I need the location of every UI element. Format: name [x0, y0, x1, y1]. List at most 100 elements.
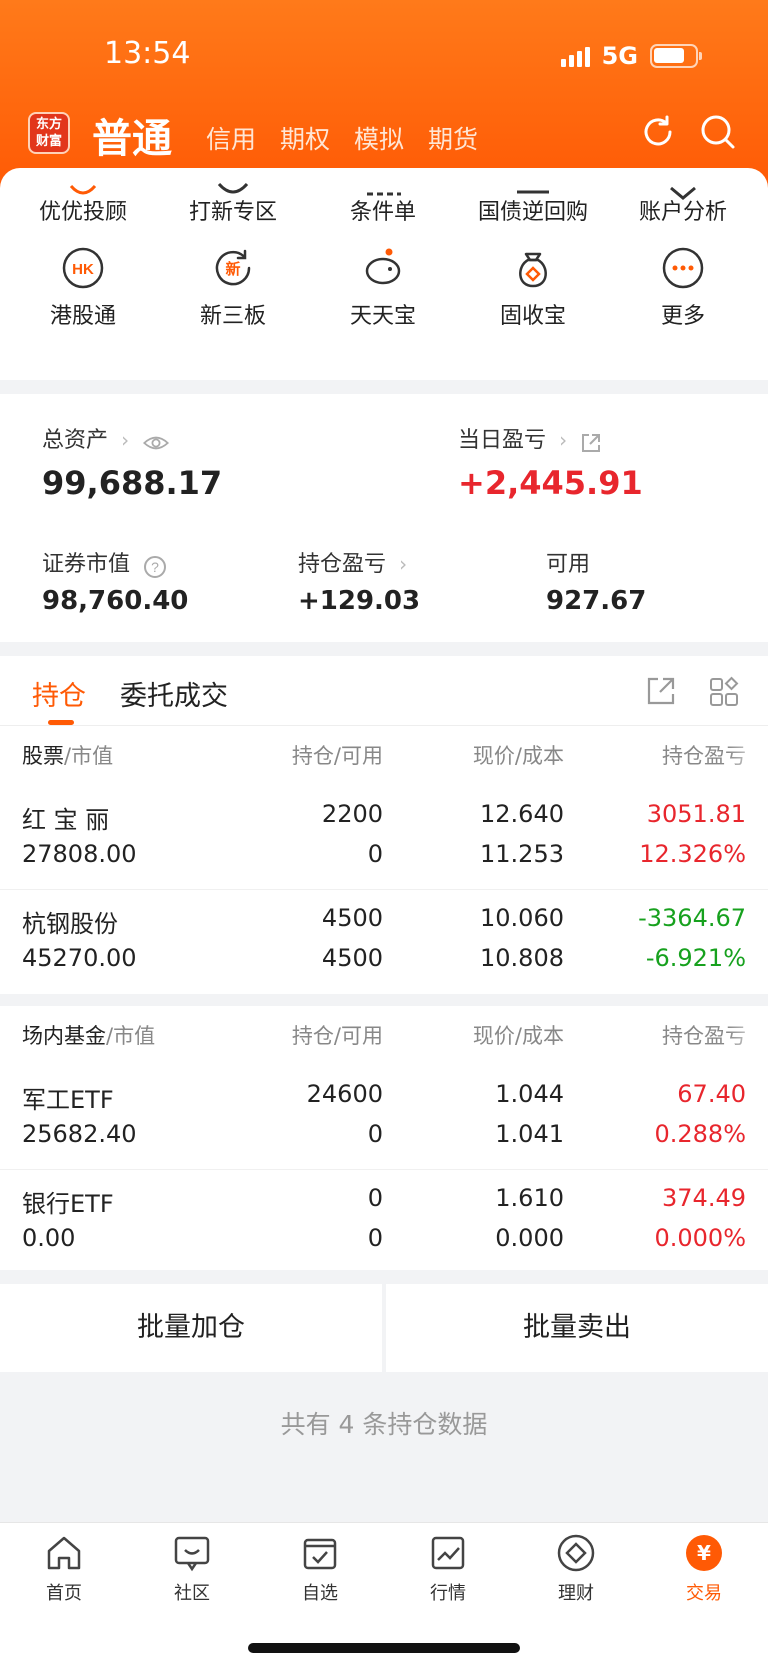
table-row[interactable]: 红 宝 丽 27808.00 2200 0 12.640 11.253 3051… — [0, 786, 768, 890]
market-value-label-group: 证券市值 ? — [42, 546, 167, 579]
fund-name: 军工ETF — [22, 1086, 114, 1114]
eye-icon[interactable] — [142, 434, 170, 452]
total-assets-label-group[interactable]: 总资产 › — [42, 422, 170, 454]
daily-pl-value: +2,445.91 — [458, 464, 643, 502]
header-fund: 场内基金/市值 — [22, 1024, 156, 1048]
fund-pl: 67.40 — [677, 1080, 746, 1108]
more-icon — [662, 247, 704, 289]
tab-active-indicator — [48, 720, 74, 725]
home-indicator — [248, 1643, 520, 1653]
daily-pl-label: 当日盈亏 — [458, 428, 547, 453]
position-pl-value: +129.03 — [298, 586, 421, 616]
export-icon[interactable] — [646, 676, 676, 706]
tab-options[interactable]: 期权 — [280, 120, 330, 156]
quick-item-conditional-order[interactable]: 条件单 — [308, 192, 458, 226]
header-holding: 持仓/可用 — [291, 744, 383, 768]
fund-price: 1.044 — [495, 1080, 564, 1108]
header-fade — [728, 1014, 768, 1054]
grid-view-icon[interactable] — [708, 676, 740, 708]
tab-simulation[interactable]: 模拟 — [354, 120, 404, 156]
status-indicators: 5G — [560, 42, 702, 70]
quick-item-ipo[interactable]: 打新专区 — [158, 182, 308, 226]
stock-name: 杭钢股份 — [22, 910, 118, 938]
chevron-right-icon: › — [559, 428, 568, 452]
nav-home[interactable]: 首页 — [14, 1533, 114, 1605]
batch-add-button[interactable]: 批量加仓 — [0, 1284, 382, 1372]
table-row[interactable]: 军工ETF 25682.40 24600 0 1.044 1.041 67.40… — [0, 1066, 768, 1170]
nav-watchlist[interactable]: 自选 — [270, 1533, 370, 1605]
help-icon[interactable]: ? — [143, 555, 167, 579]
account-type-nav: 东方 财富 普通 信用 期权 模拟 期货 — [0, 104, 768, 164]
tab-orders[interactable]: 委托成交 — [120, 674, 228, 713]
nav-trade[interactable]: ¥ 交易 — [654, 1533, 754, 1605]
available-value: 927.67 — [546, 586, 647, 616]
diamond-icon — [557, 1534, 595, 1572]
share-icon[interactable] — [580, 432, 602, 454]
refresh-icon[interactable] — [638, 112, 678, 152]
stock-name: 红 宝 丽 — [22, 806, 110, 834]
positions-tabs: 持仓 委托成交 — [0, 656, 768, 726]
header-price: 现价/成本 — [472, 744, 564, 768]
assets-summary: 总资产 › 99,688.17 当日盈亏 › +2,445.91 证券市值 ? … — [0, 394, 768, 642]
stock-holding: 4500 — [321, 904, 383, 932]
fund-holding: 24600 — [306, 1080, 383, 1108]
position-pl-label-group[interactable]: 持仓盈亏 › — [298, 546, 407, 578]
quick-item-youyou[interactable]: 优优投顾 — [8, 184, 158, 226]
piggy-bank-icon — [365, 248, 401, 285]
fund-available: 0 — [367, 1120, 383, 1148]
nav-wealth[interactable]: 理财 — [526, 1533, 626, 1605]
header-price: 现价/成本 — [472, 1024, 564, 1048]
fund-cost: 1.041 — [495, 1120, 564, 1148]
svg-text:新: 新 — [225, 260, 240, 278]
trend-chart-icon — [431, 1536, 465, 1570]
money-bag-icon — [519, 252, 547, 288]
fund-price: 1.610 — [495, 1184, 564, 1212]
quick-item-more[interactable]: 更多 — [608, 246, 758, 330]
nav-community[interactable]: 社区 — [142, 1533, 242, 1605]
stock-market-value: 27808.00 — [22, 840, 137, 868]
chat-icon — [174, 1536, 210, 1572]
daily-pl-label-group[interactable]: 当日盈亏 › — [458, 422, 602, 454]
tab-futures[interactable]: 期货 — [428, 120, 478, 156]
position-pl-label: 持仓盈亏 — [298, 552, 387, 577]
tab-holdings[interactable]: 持仓 — [32, 674, 86, 713]
available-label: 可用 — [546, 552, 591, 577]
new-third-board-icon: 新 — [215, 249, 251, 286]
tab-credit[interactable]: 信用 — [206, 120, 256, 156]
table-row[interactable]: 银行ETF 0.00 0 0 1.610 0.000 374.49 0.000% — [0, 1170, 768, 1274]
chevron-right-icon: › — [121, 428, 130, 452]
advisor-icon — [69, 184, 97, 195]
stock-pl: 3051.81 — [646, 800, 746, 828]
stock-holding: 2200 — [321, 800, 383, 828]
quick-item-account-analysis[interactable]: 账户分析 — [608, 186, 758, 226]
quick-item-tiantianbao[interactable]: 天天宝 — [308, 246, 458, 330]
quick-item-gushoubao[interactable]: 固收宝 — [458, 246, 608, 330]
home-icon — [47, 1536, 81, 1570]
hk-icon: HK — [62, 247, 104, 289]
stock-market-value: 45270.00 — [22, 944, 137, 972]
total-assets-value: 99,688.17 — [42, 464, 223, 502]
fund-market-value: 25682.40 — [22, 1120, 137, 1148]
tab-normal[interactable]: 普通 — [92, 106, 172, 164]
yuan-icon: ¥ — [686, 1535, 722, 1571]
quick-item-hk-connect[interactable]: HK 港股通 — [8, 246, 158, 330]
stock-cost: 10.808 — [480, 944, 564, 972]
signal-icon — [560, 45, 590, 67]
app-logo: 东方 财富 — [28, 112, 70, 154]
checkbox-icon — [303, 1538, 337, 1570]
positions-count: 共有 4 条持仓数据 — [280, 1410, 488, 1439]
stock-cost: 11.253 — [480, 840, 564, 868]
quick-item-repo[interactable]: 国债逆回购 — [458, 190, 608, 226]
stock-available: 4500 — [321, 944, 383, 972]
table-row[interactable]: 杭钢股份 45270.00 4500 4500 10.060 10.808 -3… — [0, 890, 768, 994]
search-icon[interactable] — [698, 112, 738, 152]
network-type: 5G — [601, 42, 638, 70]
quick-item-neeq[interactable]: 新 新三板 — [158, 246, 308, 330]
positions-panel: 持仓 委托成交 股票/市值 持仓/可用 现价/成本 持仓盈亏 红 宝 丽 278… — [0, 656, 768, 1270]
quick-menu: 优优投顾 打新专区 条件单 国债逆回购 账户分析 HK 港股通 新 新三板 天天… — [0, 168, 768, 380]
fund-pl-pct: 0.288% — [654, 1120, 746, 1148]
nav-market[interactable]: 行情 — [398, 1533, 498, 1605]
repo-icon — [517, 190, 549, 194]
batch-sell-button[interactable]: 批量卖出 — [386, 1284, 768, 1372]
stock-pl-pct: 12.326% — [639, 840, 746, 868]
